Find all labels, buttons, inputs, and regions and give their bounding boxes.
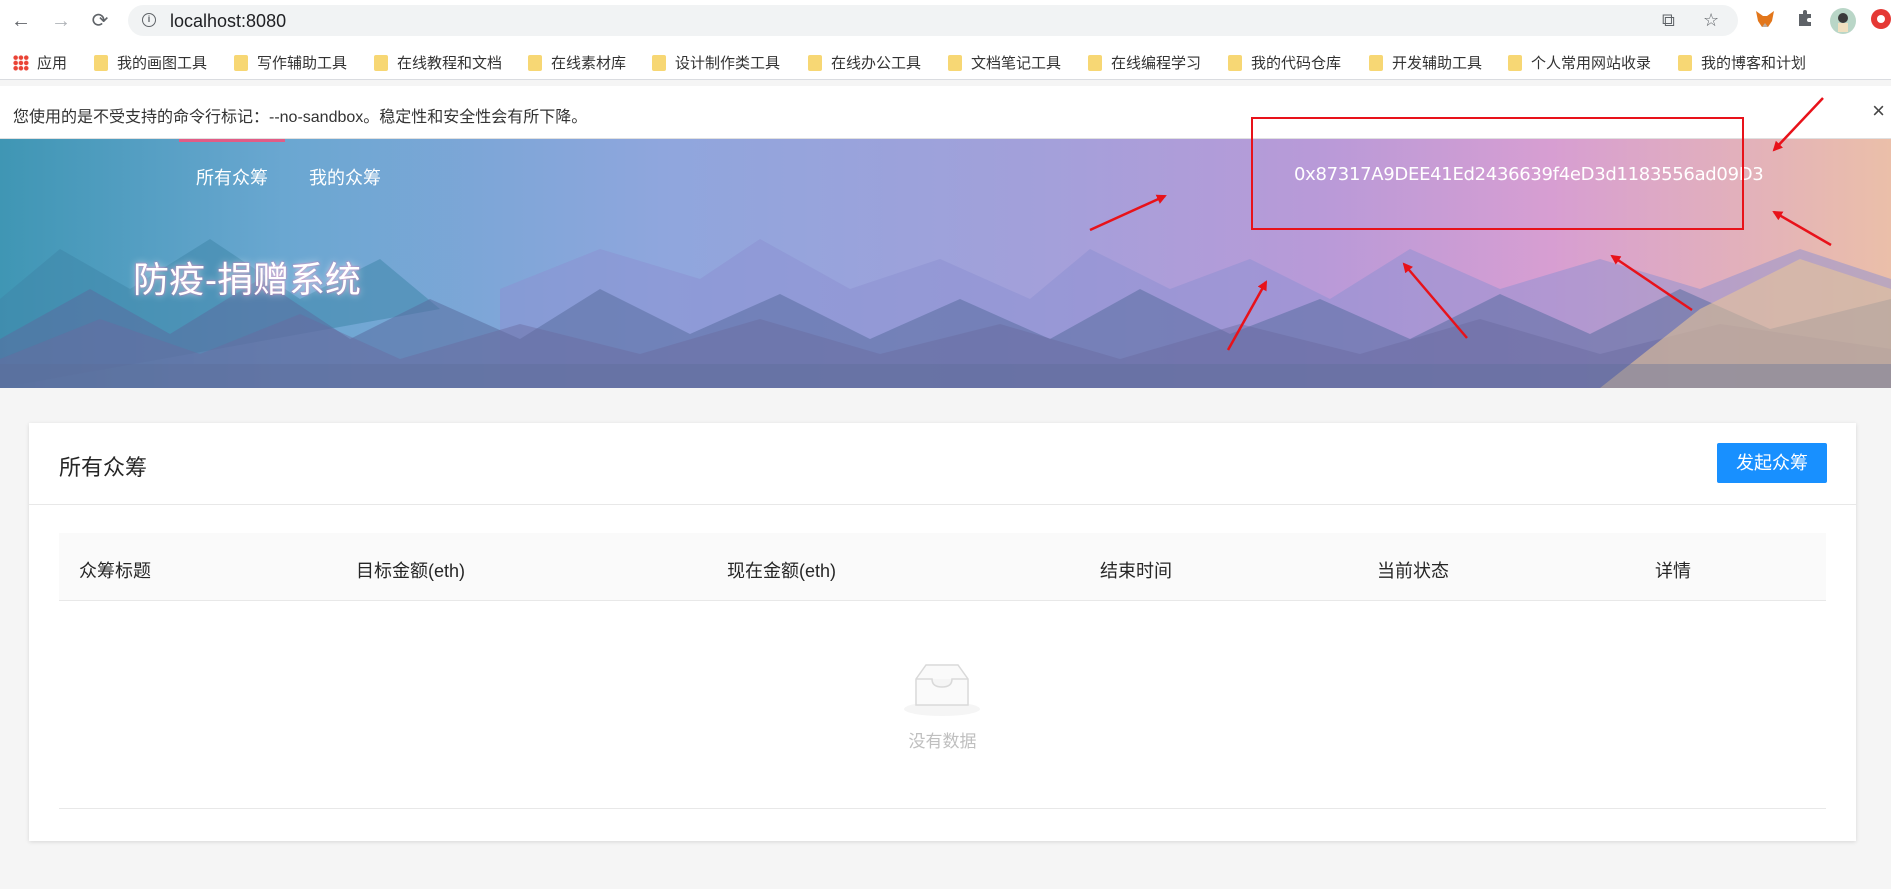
column-header-title[interactable]: 众筹标题 — [79, 557, 151, 583]
bookmarks-bar: 应用 我的画图工具 写作辅助工具 在线教程和文档 在线素材库 设计制作类工具 在… — [0, 42, 1891, 80]
column-header-details[interactable]: 详情 — [1655, 557, 1691, 583]
bookmark-folder[interactable]: 文档笔记工具 — [948, 52, 1061, 73]
bookmark-label: 写作辅助工具 — [257, 55, 348, 72]
metamask-fox-icon[interactable] — [1752, 8, 1778, 34]
empty-state-text: 没有数据 — [908, 732, 977, 751]
bookmark-folder[interactable]: 在线教程和文档 — [374, 52, 502, 73]
back-arrow-icon[interactable]: ← — [8, 8, 34, 34]
bookmark-label: 设计制作类工具 — [675, 55, 781, 72]
url-text[interactable]: localhost:8080 — [170, 11, 286, 32]
bookmark-folder[interactable]: 写作辅助工具 — [234, 52, 347, 73]
address-bar[interactable]: i localhost:8080 ⧉ ☆ — [128, 5, 1738, 36]
column-header-status[interactable]: 当前状态 — [1377, 557, 1449, 583]
folder-icon — [528, 55, 542, 71]
column-header-end-time[interactable]: 结束时间 — [1100, 557, 1172, 583]
bookmark-label: 开发辅助工具 — [1392, 55, 1483, 72]
apps-grid-icon — [13, 55, 29, 71]
folder-icon — [1228, 55, 1242, 71]
bookmark-label: 我的博客和计划 — [1701, 55, 1807, 72]
close-icon[interactable]: × — [1872, 98, 1885, 124]
create-crowdfunding-button[interactable]: 发起众筹 — [1717, 443, 1827, 483]
folder-icon — [948, 55, 962, 71]
warning-message: 您使用的是不受支持的命令行标记：--no-sandbox。稳定性和安全性会有所下… — [13, 109, 588, 126]
table-header: 众筹标题 目标金额(eth) 现在金额(eth) 结束时间 当前状态 详情 — [59, 533, 1826, 601]
bookmark-folder[interactable]: 我的代码仓库 — [1228, 52, 1341, 73]
bookmark-label: 在线办公工具 — [831, 55, 922, 72]
bookmark-folder[interactable]: 在线素材库 — [528, 52, 626, 73]
folder-icon — [808, 55, 822, 71]
bookmark-label: 在线编程学习 — [1111, 55, 1202, 72]
folder-icon — [374, 55, 388, 71]
annotation-highlight-box — [1251, 117, 1744, 230]
bookmark-folder[interactable]: 在线办公工具 — [808, 52, 921, 73]
bookmark-folder[interactable]: 开发辅助工具 — [1369, 52, 1482, 73]
active-tab-indicator — [179, 139, 285, 142]
forward-arrow-icon[interactable]: → — [48, 8, 74, 34]
site-title: 防疫-捐赠系统 — [133, 259, 361, 300]
bookmark-label: 我的代码仓库 — [1251, 55, 1342, 72]
info-icon[interactable]: i — [142, 13, 156, 27]
bookmark-folder[interactable]: 我的博客和计划 — [1678, 52, 1806, 73]
reload-icon[interactable]: ⟳ — [87, 8, 113, 34]
browser-toolbar: ← → ⟳ i localhost:8080 ⧉ ☆ — [0, 0, 1891, 42]
folder-icon — [652, 55, 666, 71]
column-header-current-amount[interactable]: 现在金额(eth) — [727, 557, 836, 583]
folder-icon — [1678, 55, 1692, 71]
bookmark-label: 我的画图工具 — [117, 55, 208, 72]
bookmark-folder[interactable]: 在线编程学习 — [1088, 52, 1201, 73]
bookmark-label: 个人常用网站收录 — [1531, 55, 1652, 72]
folder-icon — [1088, 55, 1102, 71]
crowdfunding-card: 所有众筹 发起众筹 众筹标题 目标金额(eth) 现在金额(eth) 结束时间 … — [29, 423, 1856, 841]
empty-inbox-icon — [904, 664, 980, 716]
bookmark-label: 在线教程和文档 — [397, 55, 503, 72]
bookmark-folder[interactable]: 设计制作类工具 — [652, 52, 780, 73]
bookmark-apps[interactable]: 应用 — [13, 52, 67, 73]
card-title: 所有众筹 — [59, 455, 148, 480]
bookmark-folder[interactable]: 我的画图工具 — [94, 52, 207, 73]
column-header-target-amount[interactable]: 目标金额(eth) — [356, 557, 465, 583]
star-icon[interactable]: ☆ — [1703, 10, 1719, 31]
folder-icon — [234, 55, 248, 71]
table-bottom-border — [59, 808, 1826, 809]
tab-all-crowdfunding[interactable]: 所有众筹 — [196, 164, 268, 190]
tab-my-crowdfunding[interactable]: 我的众筹 — [309, 164, 381, 190]
folder-icon — [1508, 55, 1522, 71]
bookmark-label: 在线素材库 — [551, 55, 627, 72]
translate-icon[interactable]: ⧉ — [1662, 10, 1675, 31]
puzzle-extension-icon[interactable] — [1792, 8, 1818, 34]
folder-icon — [1369, 55, 1383, 71]
red-extension-icon[interactable] — [1868, 8, 1891, 34]
card-divider — [29, 504, 1856, 505]
bookmark-label: 应用 — [37, 55, 68, 72]
profile-avatar-icon[interactable] — [1830, 8, 1856, 34]
bookmark-folder[interactable]: 个人常用网站收录 — [1508, 52, 1651, 73]
folder-icon — [94, 55, 108, 71]
bookmark-label: 文档笔记工具 — [971, 55, 1062, 72]
